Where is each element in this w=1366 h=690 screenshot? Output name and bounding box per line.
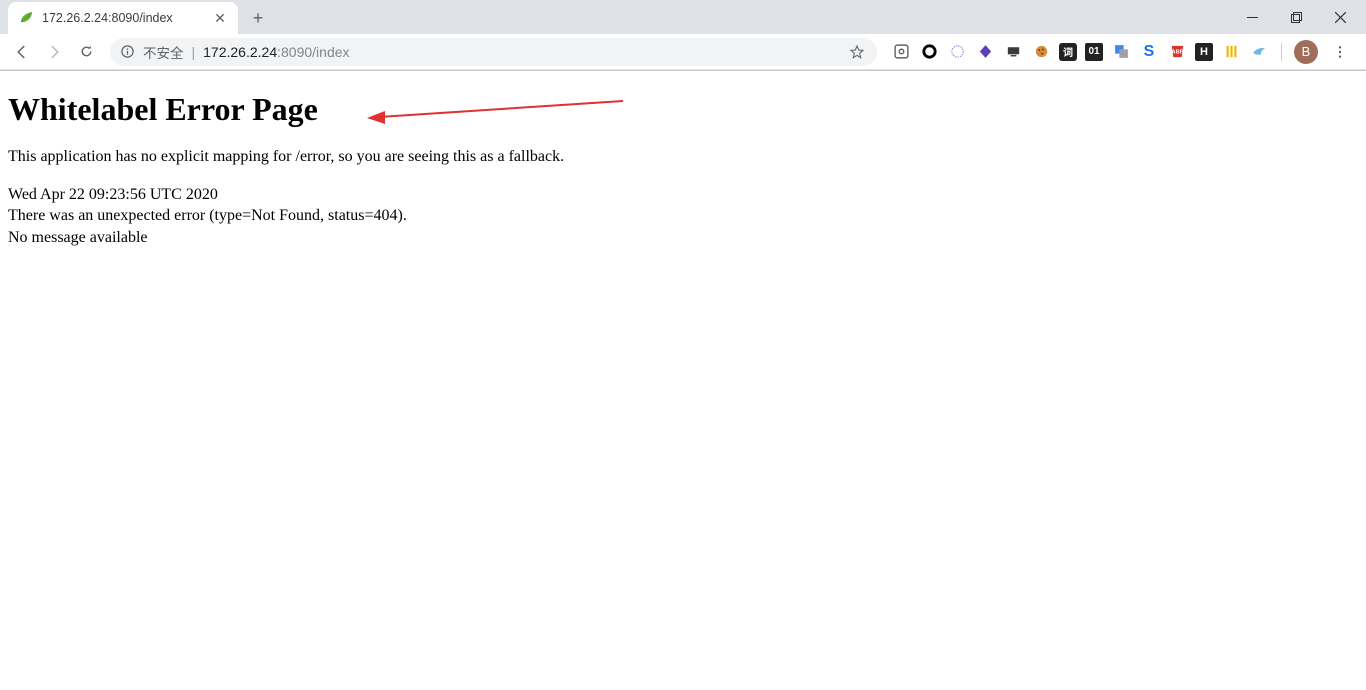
extension-abp-icon[interactable]: ABP — [1167, 42, 1187, 62]
security-label: 不安全 — [143, 42, 184, 62]
extension-s-icon[interactable]: S — [1139, 42, 1159, 62]
separator — [1281, 43, 1282, 61]
extension-circle-icon[interactable] — [919, 42, 939, 62]
browser-chrome: 172.26.2.24:8090/index ✕ + — [0, 0, 1366, 71]
page-content: Whitelabel Error Page This application h… — [0, 71, 1366, 256]
error-description: This application has no explicit mapping… — [8, 146, 1358, 168]
url-host: 172.26.2.24 — [203, 44, 277, 60]
leaf-icon — [18, 10, 34, 26]
extension-bird-icon[interactable] — [1249, 42, 1269, 62]
profile-avatar[interactable]: B — [1294, 40, 1318, 64]
back-button[interactable] — [8, 38, 36, 66]
page-title: Whitelabel Error Page — [8, 91, 1358, 128]
tab-active[interactable]: 172.26.2.24:8090/index ✕ — [8, 2, 238, 34]
timestamp: Wed Apr 22 09:23:56 UTC 2020 — [8, 184, 1358, 206]
svg-text:ABP: ABP — [1171, 50, 1183, 56]
url-port: :8090 — [277, 44, 312, 60]
extension-monitor-icon[interactable] — [1003, 42, 1023, 62]
toolbar: 不安全 | 172.26.2.24:8090/index 词 01 S ABP … — [0, 34, 1366, 70]
forward-button[interactable] — [40, 38, 68, 66]
kebab-menu-icon[interactable] — [1326, 38, 1354, 66]
info-icon — [120, 44, 135, 59]
window-controls — [1230, 0, 1366, 34]
maximize-button[interactable] — [1274, 2, 1318, 32]
extension-h-icon[interactable]: H — [1195, 43, 1213, 61]
error-detail: There was an unexpected error (type=Not … — [8, 205, 1358, 227]
reload-button[interactable] — [72, 38, 100, 66]
divider: | — [192, 44, 196, 60]
extension-diamond-icon[interactable] — [975, 42, 995, 62]
extension-bars-icon[interactable] — [1221, 42, 1241, 62]
close-window-button[interactable] — [1318, 2, 1362, 32]
address-bar[interactable]: 不安全 | 172.26.2.24:8090/index — [110, 38, 877, 66]
extension-cookie-icon[interactable] — [1031, 42, 1051, 62]
url-path: /index — [312, 44, 349, 60]
tab-title: 172.26.2.24:8090/index — [42, 11, 204, 25]
extension-gtranslate-icon[interactable] — [1111, 42, 1131, 62]
error-message: No message available — [8, 227, 1358, 249]
extensions-area: 词 01 S ABP H B — [887, 38, 1358, 66]
url-text: 172.26.2.24:8090/index — [203, 44, 349, 60]
tab-bar: 172.26.2.24:8090/index ✕ + — [0, 0, 1366, 34]
extension-globe-icon[interactable] — [947, 42, 967, 62]
extension-01-icon[interactable]: 01 — [1085, 43, 1103, 61]
close-icon[interactable]: ✕ — [212, 10, 228, 26]
new-tab-button[interactable]: + — [244, 4, 272, 32]
minimize-button[interactable] — [1230, 2, 1274, 32]
star-icon[interactable] — [849, 44, 865, 60]
extension-youdao-icon[interactable]: 词 — [1059, 43, 1077, 61]
extension-origin-icon[interactable] — [891, 42, 911, 62]
